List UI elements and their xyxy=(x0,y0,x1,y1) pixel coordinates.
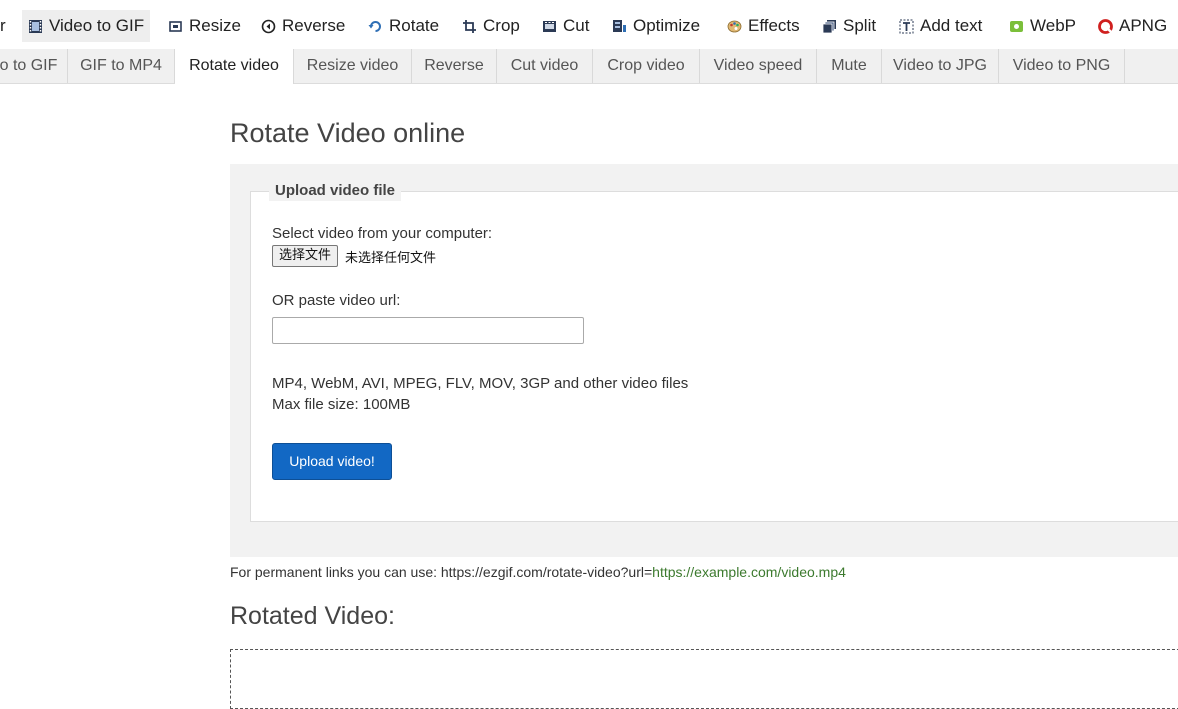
permanent-links-prefix: For permanent links you can use: https:/… xyxy=(230,564,653,580)
nav-item-add-text[interactable]: Add text xyxy=(893,10,988,42)
tab-video-to-png[interactable]: Video to PNG xyxy=(999,49,1125,83)
nav-item-optimize[interactable]: Optimize xyxy=(606,10,706,42)
nav-item-reverse[interactable]: Reverse xyxy=(255,10,351,42)
nav-item-label: Split xyxy=(843,16,877,35)
nav-item-label: Effects xyxy=(748,16,800,35)
reverse-icon xyxy=(261,19,276,34)
upload-legend: Upload video file xyxy=(269,181,402,201)
supported-formats-text: MP4, WebM, AVI, MPEG, FLV, MOV, 3GP and … xyxy=(272,375,689,392)
tab-mute[interactable]: Mute xyxy=(817,49,882,83)
video-url-input[interactable] xyxy=(272,317,584,344)
nav-item-label: Add text xyxy=(920,16,983,35)
nav-item-effects[interactable]: Effects xyxy=(721,10,806,42)
tab-video-to-jpg[interactable]: Video to JPG xyxy=(882,49,999,83)
result-output-area xyxy=(230,649,1178,709)
nav-item-split[interactable]: Split xyxy=(816,10,882,42)
nav-item-label: WebP xyxy=(1030,16,1076,35)
result-title: Rotated Video: xyxy=(230,602,395,630)
sub-nav: o to GIF GIF to MP4 Rotate video Resize … xyxy=(0,49,1178,84)
text-icon xyxy=(899,19,914,34)
main-nav: r Video to GIF Resize Reverse Rotate Cro… xyxy=(0,0,1178,44)
example-url-link[interactable]: https://example.com/video.mp4 xyxy=(652,564,846,580)
crop-icon xyxy=(462,19,477,34)
nav-item-label: Reverse xyxy=(282,16,346,35)
nav-item-label: Video to GIF xyxy=(49,16,145,35)
tab-video-to-gif[interactable]: o to GIF xyxy=(0,49,68,83)
resize-icon xyxy=(168,19,183,34)
nav-item-label: Resize xyxy=(189,16,241,35)
rotate-icon xyxy=(368,19,383,34)
nav-item-apng[interactable]: APNG xyxy=(1092,10,1173,42)
palette-icon xyxy=(727,19,742,34)
max-file-size-text: Max file size: 100MB xyxy=(272,396,411,413)
cut-icon xyxy=(542,19,557,34)
upload-video-button[interactable]: Upload video! xyxy=(272,443,392,480)
tab-reverse[interactable]: Reverse xyxy=(412,49,497,83)
tab-resize-video[interactable]: Resize video xyxy=(294,49,412,83)
nav-item-label: Optimize xyxy=(633,16,701,35)
optimize-icon xyxy=(612,19,627,34)
tab-cut-video[interactable]: Cut video xyxy=(497,49,593,83)
split-icon xyxy=(822,19,837,34)
webp-icon xyxy=(1009,19,1024,34)
nav-item-label: Cut xyxy=(563,16,590,35)
upload-fieldset: Upload video file Select video from your… xyxy=(250,181,1178,522)
nav-item-cut[interactable]: Cut xyxy=(536,10,595,42)
upload-panel: Upload video file Select video from your… xyxy=(230,164,1178,557)
nav-item-partial[interactable]: r xyxy=(0,10,12,42)
nav-item-webp[interactable]: WebP xyxy=(1003,10,1082,42)
select-file-label: Select video from your computer: xyxy=(272,225,493,242)
nav-item-video-to-gif[interactable]: Video to GIF xyxy=(22,10,151,42)
apng-icon xyxy=(1098,18,1113,34)
nav-item-label: r xyxy=(0,16,6,35)
nav-item-label: Rotate xyxy=(389,16,440,35)
nav-item-crop[interactable]: Crop xyxy=(456,10,526,42)
nav-item-rotate[interactable]: Rotate xyxy=(362,10,445,42)
tab-rotate-video[interactable]: Rotate video xyxy=(175,49,294,84)
film-icon xyxy=(28,19,43,34)
page-title: Rotate Video online xyxy=(230,118,466,148)
nav-item-label: APNG xyxy=(1119,16,1168,35)
file-status-text: 未选择任何文件 xyxy=(345,251,437,266)
tab-video-speed[interactable]: Video speed xyxy=(700,49,817,83)
permanent-links-note: For permanent links you can use: https:/… xyxy=(230,564,846,580)
choose-file-button[interactable]: 选择文件 xyxy=(272,245,339,267)
nav-item-resize[interactable]: Resize xyxy=(162,10,247,42)
tab-gif-to-mp4[interactable]: GIF to MP4 xyxy=(68,49,175,83)
tab-crop-video[interactable]: Crop video xyxy=(593,49,700,83)
url-label: OR paste video url: xyxy=(272,292,401,309)
nav-item-label: Crop xyxy=(483,16,520,35)
